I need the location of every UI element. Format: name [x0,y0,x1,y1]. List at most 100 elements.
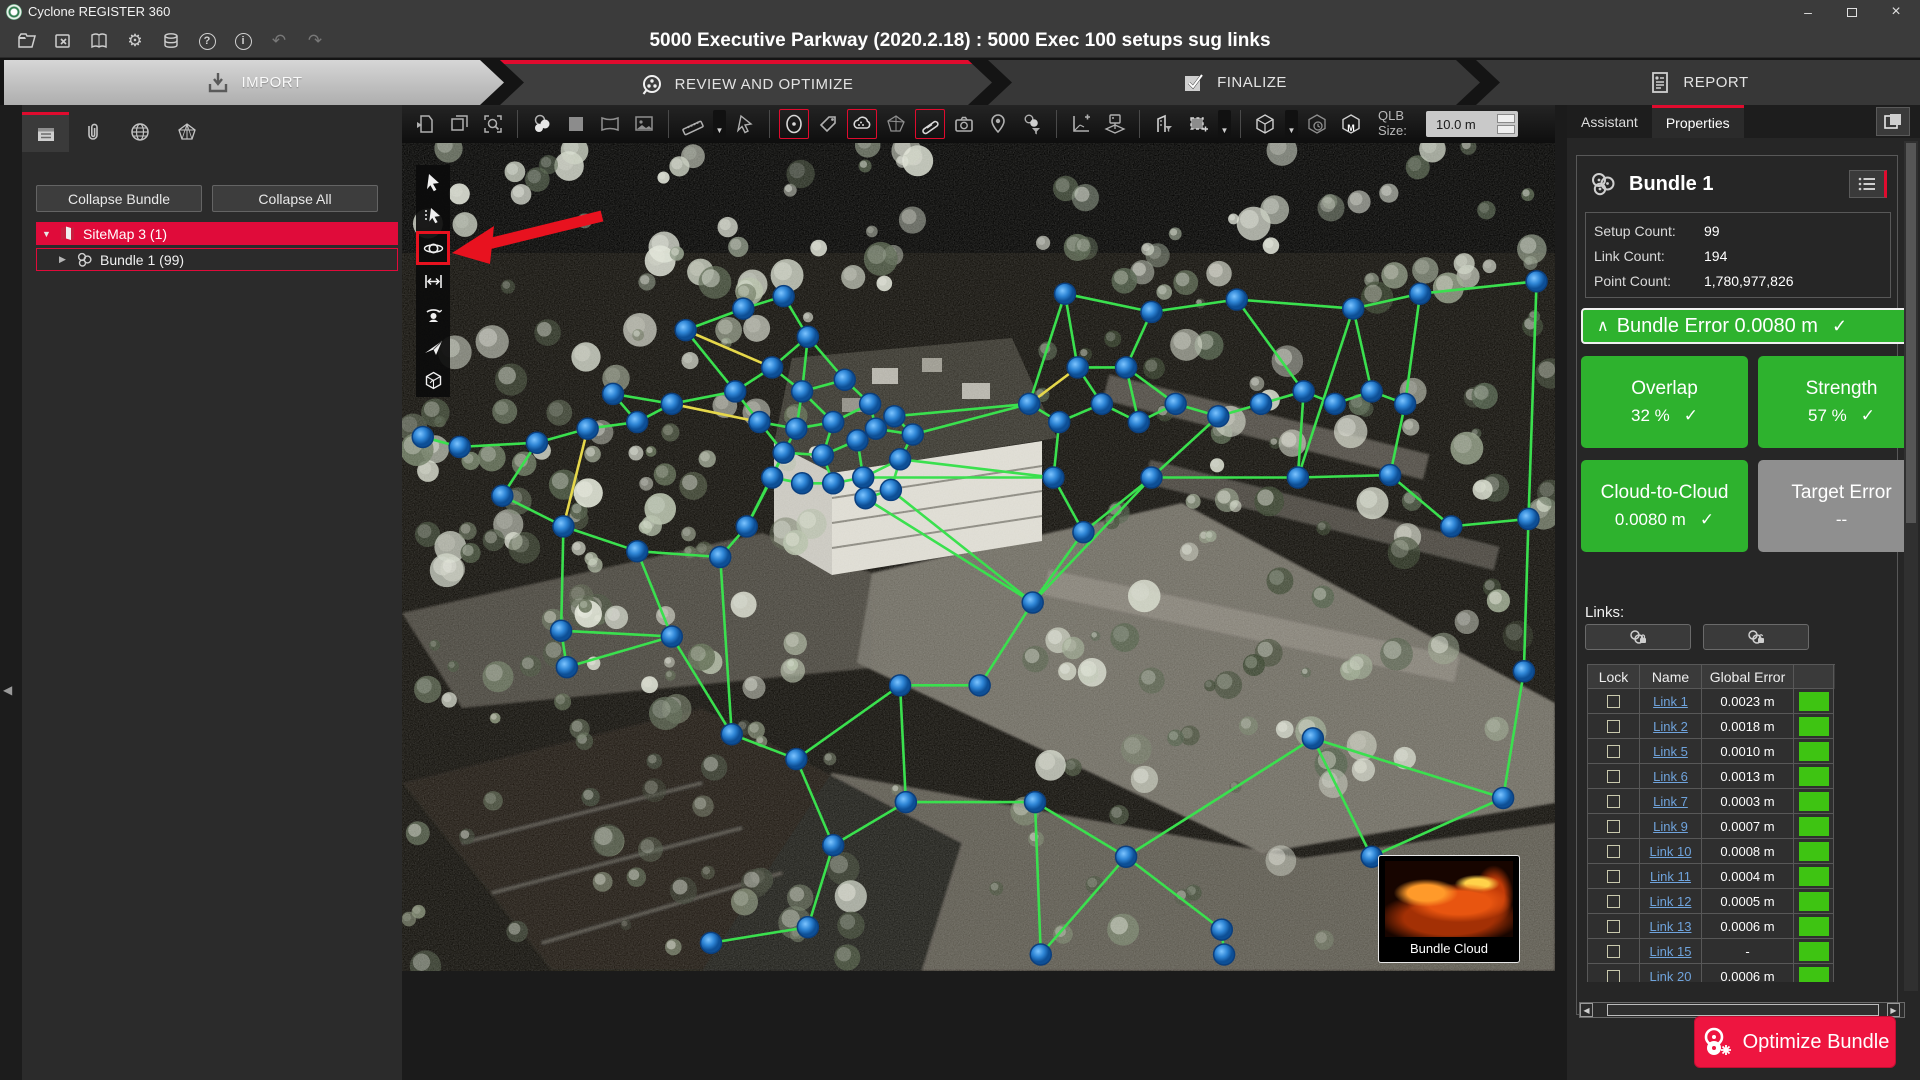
setup-node[interactable] [627,412,648,433]
lock-links-button[interactable] [1585,624,1691,650]
link-name-link[interactable]: Link 7 [1653,794,1688,809]
link-lock-checkbox[interactable] [1607,820,1620,833]
link-name-link[interactable]: Link 15 [1650,944,1692,959]
setup-node[interactable] [969,675,990,696]
setup-node[interactable] [1208,406,1229,427]
setup-node[interactable] [733,298,754,319]
link-name-link[interactable]: Link 2 [1653,719,1688,734]
setup-node[interactable] [492,485,513,506]
tab-import[interactable]: IMPORT [4,60,504,105]
setup-node[interactable] [1073,522,1094,543]
tab-finalize[interactable]: FINALIZE [988,60,1480,105]
setup-node[interactable] [1226,289,1247,310]
target-error-tile[interactable]: Target Error -- [1758,460,1907,552]
camera-icon[interactable] [949,109,979,139]
view-cube-icon[interactable] [1250,109,1280,139]
attachments-icon[interactable] [69,112,116,152]
scroll-left-arrow[interactable]: ◀ [1580,1003,1593,1017]
link-name-link[interactable]: Link 11 [1650,869,1691,884]
setup-node[interactable] [710,547,731,568]
unlock-links-button[interactable] [1703,624,1809,650]
tree-item-bundle[interactable]: ▶ Bundle 1 (99) [36,248,398,271]
setup-node[interactable] [1030,944,1051,965]
link-lock-checkbox[interactable] [1607,720,1620,733]
setup-node[interactable] [627,541,648,562]
setup-node[interactable] [1361,381,1382,402]
link-lock-checkbox[interactable] [1607,920,1620,933]
overlap-tile[interactable]: Overlap 32 %✓ [1581,356,1748,448]
globe-icon[interactable] [116,112,163,152]
network-web-icon[interactable] [163,112,210,152]
fly-icon[interactable] [418,332,448,362]
setup-node[interactable] [890,675,911,696]
list-view-button[interactable] [1849,170,1887,198]
setup-node[interactable] [661,393,682,414]
setup-node[interactable] [860,393,881,414]
tag-icon[interactable] [813,109,843,139]
qlb-size-input[interactable]: 10.0 m [1426,111,1518,137]
point-cloud-viewport[interactable]: Bundle Cloud [402,143,1555,971]
cloud-icon[interactable] [847,109,877,139]
setup-node[interactable] [786,749,807,770]
bundle-error-banner[interactable]: ∧ Bundle Error 0.0080 m ✓ [1581,308,1907,344]
cube-dropdown-caret[interactable]: ▼ [1285,110,1298,138]
link-name-link[interactable]: Link 9 [1653,819,1688,834]
view-cube-tool-icon[interactable] [418,365,448,395]
setup-node[interactable] [725,381,746,402]
setup-node[interactable] [602,383,623,404]
setup-node[interactable] [1250,393,1271,414]
setup-node[interactable] [1022,592,1043,613]
minimize-button[interactable]: – [1786,0,1830,24]
fill-square-icon[interactable] [561,109,591,139]
link-lock-checkbox[interactable] [1607,970,1620,983]
setup-node[interactable] [792,473,813,494]
tab-review-and-optimize[interactable]: REVIEW AND OPTIMIZE [500,60,992,105]
setup-node[interactable] [701,932,722,953]
setup-node[interactable] [773,442,794,463]
measure-ruler-icon[interactable] [678,109,708,139]
setup-node[interactable] [1043,467,1064,488]
setup-node[interactable] [1526,271,1547,292]
collapse-bundle-button[interactable]: Collapse Bundle [36,185,202,212]
link-lock-checkbox[interactable] [1607,895,1620,908]
setup-node[interactable] [1116,846,1137,867]
setup-node[interactable] [855,488,876,509]
setup-node[interactable] [1324,393,1345,414]
setup-node[interactable] [1024,792,1045,813]
lock-column-header[interactable]: Lock [1588,665,1640,689]
setup-node[interactable] [762,357,783,378]
link-name-link[interactable]: Link 1 [1653,694,1688,709]
setup-node[interactable] [834,369,855,390]
collapse-chevron-icon[interactable]: ∧ [1597,316,1609,336]
setup-node[interactable] [1141,301,1162,322]
setup-node[interactable] [749,412,770,433]
setup-node[interactable] [577,418,598,439]
setup-node[interactable] [556,657,577,678]
setup-node[interactable] [1116,357,1137,378]
link-name-link[interactable]: Link 10 [1650,844,1692,859]
setup-node[interactable] [1054,283,1075,304]
setup-node[interactable] [721,724,742,745]
select-cursor-icon[interactable] [418,167,448,197]
panel-vertical-scrollbar[interactable] [1904,141,1918,991]
link-lock-checkbox[interactable] [1607,870,1620,883]
setup-node[interactable] [792,381,813,402]
link-lock-checkbox[interactable] [1607,845,1620,858]
global-error-column-header[interactable]: Global Error [1702,665,1794,689]
setup-node[interactable] [1019,393,1040,414]
zoom-fit-icon[interactable] [478,109,508,139]
setup-node[interactable] [847,430,868,451]
link-lock-checkbox[interactable] [1607,745,1620,758]
setup-node[interactable] [736,516,757,537]
setup-node[interactable] [1211,919,1232,940]
setup-node[interactable] [675,320,696,341]
mesh-icon[interactable] [881,109,911,139]
setup-node[interactable] [797,917,818,938]
link-name-link[interactable]: Link 13 [1650,919,1692,934]
link-lock-checkbox[interactable] [1607,945,1620,958]
setup-node[interactable] [823,412,844,433]
setup-node[interactable] [1165,393,1186,414]
look-around-icon[interactable] [418,299,448,329]
sitemap-export-icon[interactable] [1100,109,1130,139]
geotag-pin-icon[interactable] [983,109,1013,139]
